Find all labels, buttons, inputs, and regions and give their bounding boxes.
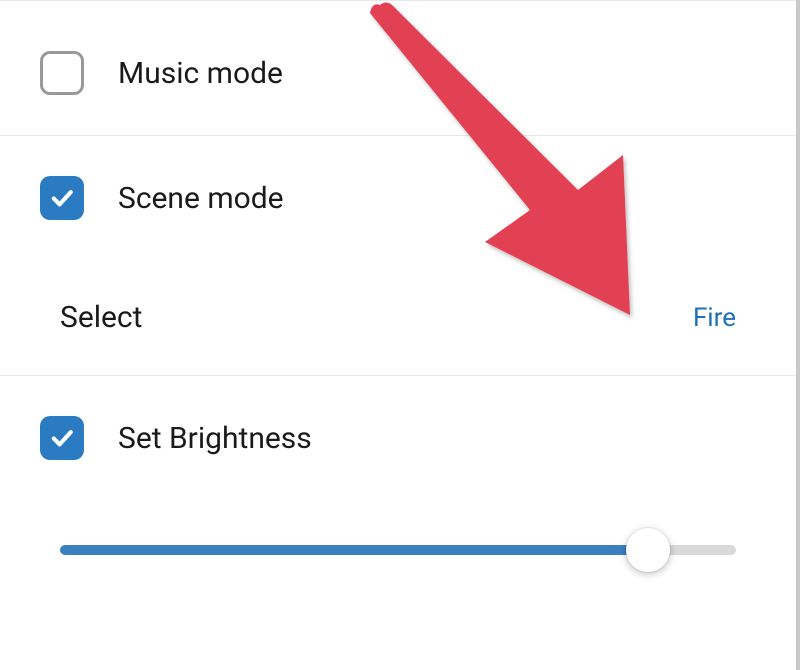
scene-mode-label: Scene mode bbox=[118, 181, 284, 216]
settings-list: Music mode Scene mode Select Fire Set Br… bbox=[0, 0, 800, 670]
brightness-label: Set Brightness bbox=[118, 421, 312, 456]
slider-fill bbox=[60, 545, 648, 555]
checkmark-icon bbox=[48, 184, 76, 212]
music-mode-label: Music mode bbox=[118, 56, 283, 91]
brightness-slider-row bbox=[0, 500, 796, 590]
music-mode-checkbox[interactable] bbox=[40, 51, 84, 95]
checkmark-icon bbox=[48, 424, 76, 452]
brightness-checkbox[interactable] bbox=[40, 416, 84, 460]
scene-select-row[interactable]: Select Fire bbox=[0, 260, 796, 376]
brightness-row: Set Brightness bbox=[0, 376, 796, 500]
scene-mode-row: Scene mode bbox=[0, 136, 796, 260]
scene-select-value: Fire bbox=[693, 303, 736, 333]
music-mode-row: Music mode bbox=[0, 0, 796, 136]
slider-thumb[interactable] bbox=[626, 528, 670, 572]
scene-mode-checkbox[interactable] bbox=[40, 176, 84, 220]
scene-select-label: Select bbox=[60, 300, 142, 335]
brightness-slider[interactable] bbox=[60, 530, 736, 570]
